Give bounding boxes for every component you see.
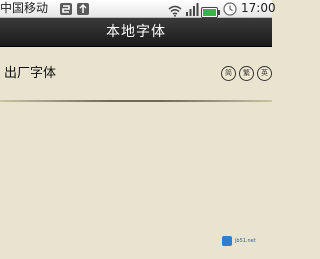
watermark-logo-icon bbox=[222, 236, 232, 246]
list-divider bbox=[0, 100, 272, 102]
watermark-text: jb51.net bbox=[235, 238, 256, 244]
status-bar: 中国移动 17:00 bbox=[0, 0, 276, 18]
carrier-name: 中国移动 bbox=[0, 1, 49, 15]
title-bar: 本地字体 bbox=[0, 18, 272, 47]
font-name: 出厂字体 bbox=[4, 66, 57, 81]
english-badge-icon: 英 bbox=[257, 66, 272, 81]
traditional-badge-icon: 繁 bbox=[239, 66, 254, 81]
font-list-item-factory[interactable]: 出厂字体 简 繁 英 bbox=[0, 48, 272, 100]
watermark: jb51.net bbox=[222, 232, 264, 250]
simplified-badge-icon: 简 bbox=[221, 66, 236, 81]
status-time: 17:00 bbox=[241, 1, 276, 15]
page-title: 本地字体 bbox=[106, 24, 166, 40]
